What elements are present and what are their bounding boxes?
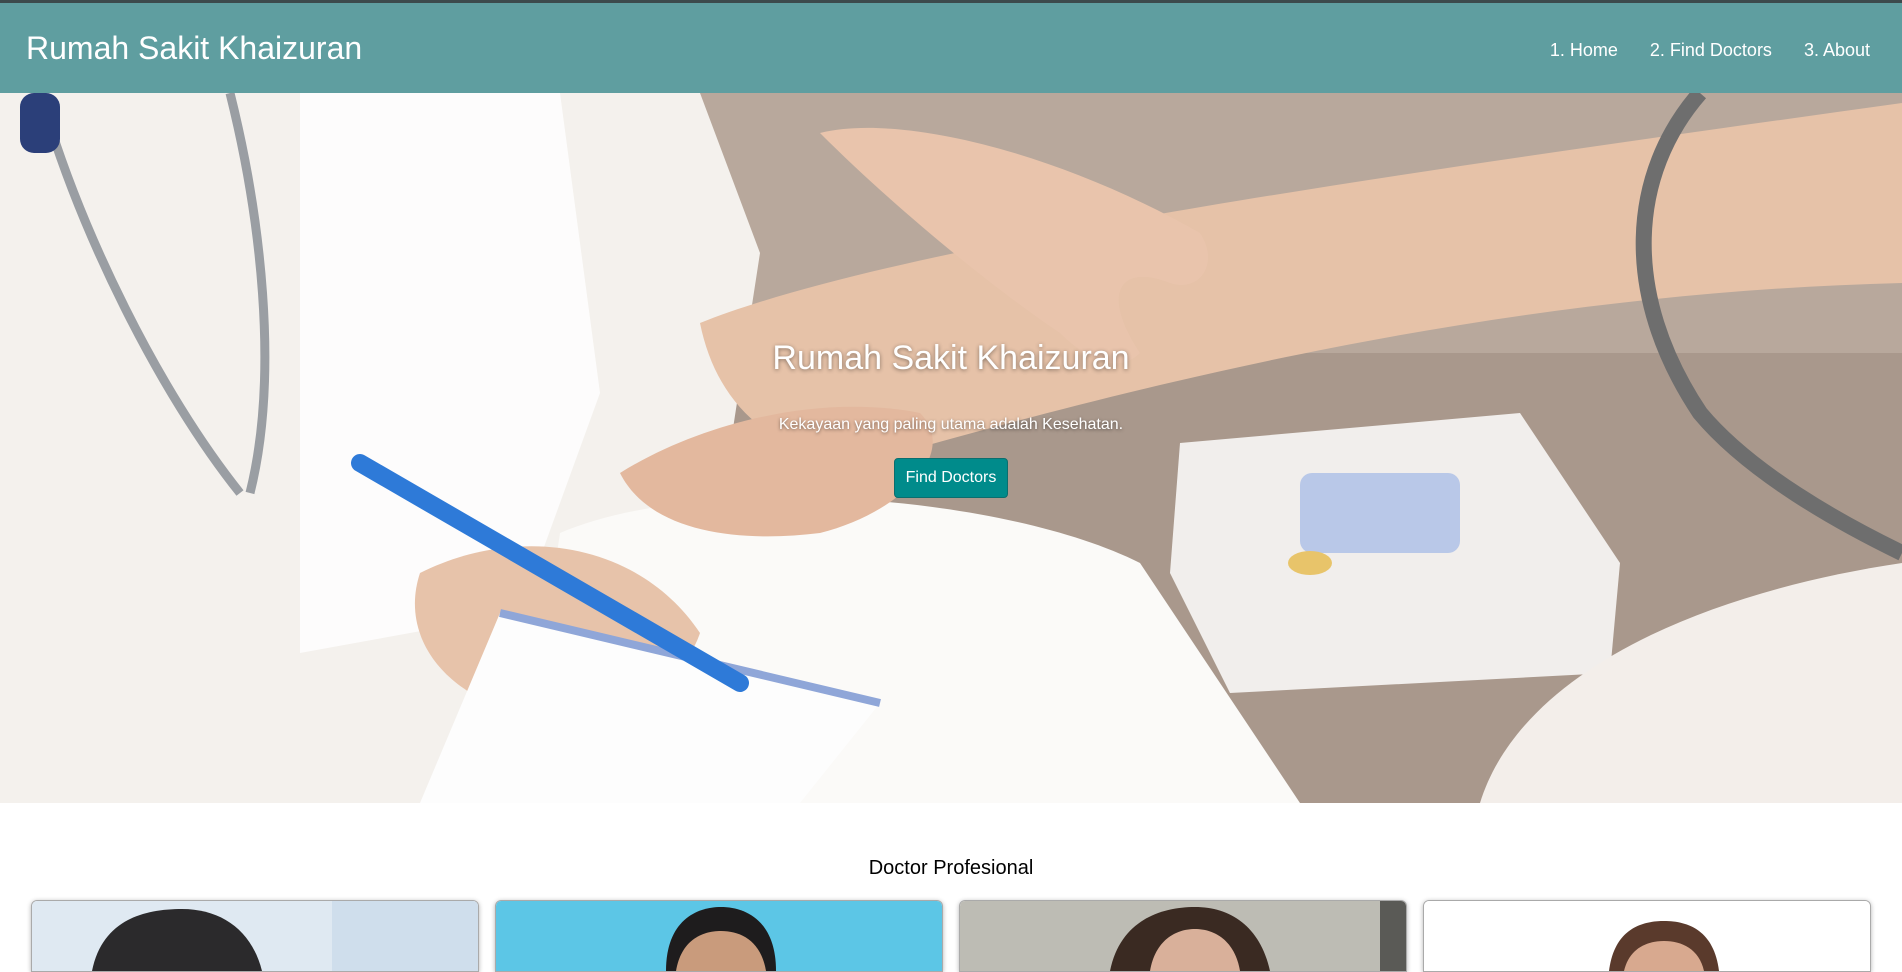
- doctor-card[interactable]: [1423, 900, 1871, 972]
- nav-links: 1. Home 2. Find Doctors 3. About: [1550, 39, 1870, 61]
- hero-background-image: [0, 93, 1902, 803]
- nav-link-find-doctors[interactable]: 2. Find Doctors: [1650, 39, 1772, 61]
- nav-link-home[interactable]: 1. Home: [1550, 39, 1618, 61]
- doctor-card[interactable]: [495, 900, 943, 972]
- doctor-card[interactable]: [31, 900, 479, 972]
- doctor-cards: [31, 900, 1873, 972]
- navbar: Rumah Sakit Khaizuran 1. Home 2. Find Do…: [0, 3, 1902, 93]
- doctors-section-title: Doctor Profesional: [868, 857, 1034, 879]
- doctor-card[interactable]: [959, 900, 1407, 972]
- hero-banner: Rumah Sakit Khaizuran Kekayaan yang pali…: [0, 93, 1902, 803]
- hero-title: Rumah Sakit Khaizuran: [772, 339, 1130, 377]
- brand-title[interactable]: Rumah Sakit Khaizuran: [26, 29, 362, 67]
- hero-subtitle: Kekayaan yang paling utama adalah Keseha…: [778, 416, 1124, 433]
- find-doctors-button[interactable]: Find Doctors: [894, 458, 1008, 498]
- nav-link-about[interactable]: 3. About: [1804, 39, 1870, 61]
